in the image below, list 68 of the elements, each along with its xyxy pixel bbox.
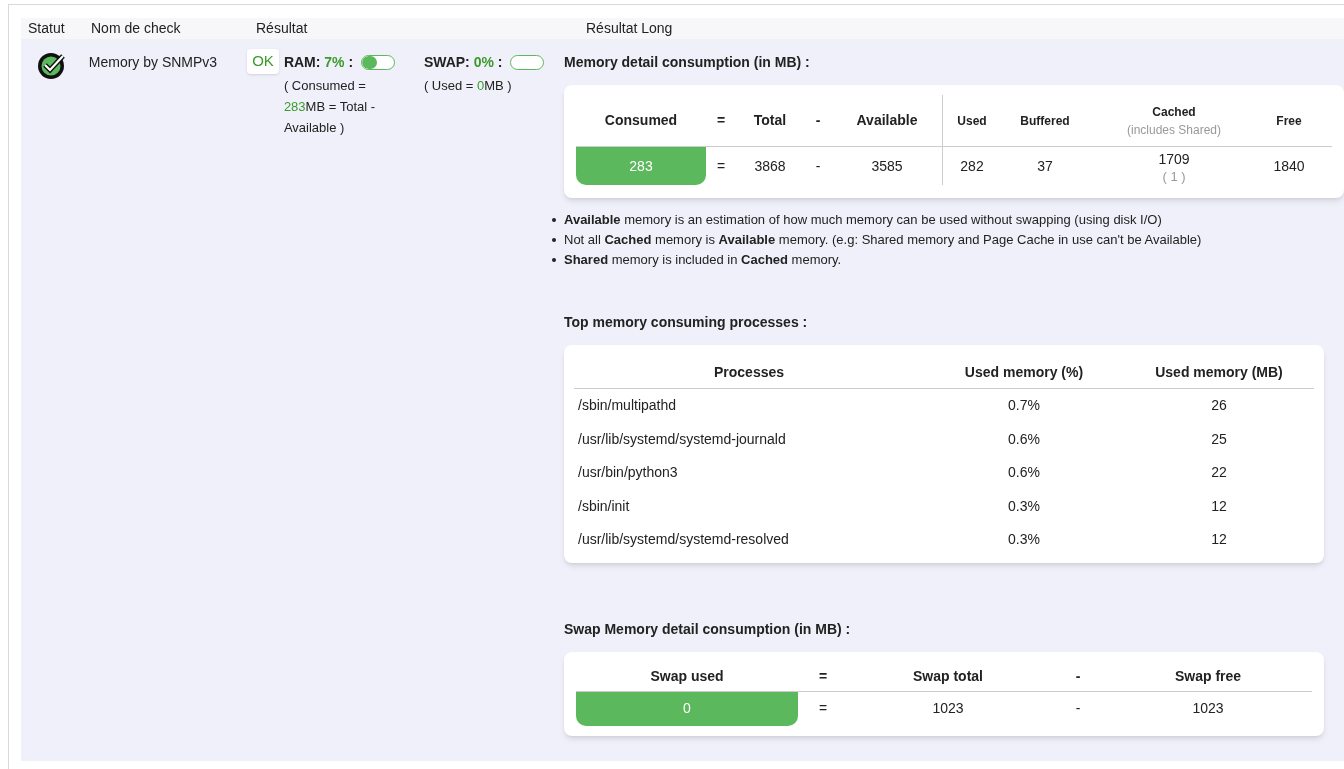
note-text: Not all Cached memory is Available memory. (e.g: Shared memory and Page Cache in use can't be Available) (564, 231, 1202, 249)
section-title: Memory detail consumption (in MB) : (564, 53, 811, 72)
table-cell-text: 3868 (754, 156, 786, 176)
meter-label: RAM: 7% : (283, 53, 354, 72)
column-header: Used memory (MB) (1155, 364, 1283, 380)
table-cell-text: 1023 (932, 699, 964, 718)
table-cell: /usr/bin/python3 (578, 464, 678, 481)
table-cell: /sbin/init (578, 497, 630, 514)
table-cell: 26 (1211, 397, 1227, 414)
table-cell-text: 3585 (871, 156, 903, 176)
usage-bar (361, 55, 396, 70)
column-header: - (1075, 666, 1081, 686)
column-header: Swap used (650, 666, 724, 686)
consumed-value: 283 (576, 147, 706, 185)
column-header: Swap free (1174, 666, 1242, 686)
column-header: Buffered (1020, 112, 1070, 130)
section-title: Top memory consuming processes : (564, 313, 809, 332)
table-cell: 0.6% (1008, 464, 1040, 481)
table-cell: 0.3% (1008, 531, 1040, 548)
table-cell-text: 37 (1037, 156, 1053, 176)
table-cell: 0.3% (1008, 497, 1040, 514)
column-header: Used memory (%) (964, 364, 1084, 380)
table-cell-text: 1709 (1158, 149, 1190, 169)
column-header: Total (753, 111, 787, 130)
column-header: Used (957, 112, 987, 130)
bullet-icon (552, 218, 556, 222)
table-cell: /sbin/multipathd (578, 397, 677, 414)
check-name: Memory by SNMPv3 (88, 54, 218, 70)
status-badge: OK (247, 49, 279, 74)
column-header: Free (1276, 112, 1302, 130)
table-cell: /usr/lib/systemd/systemd-journald (578, 430, 786, 447)
table-cell: 25 (1211, 430, 1227, 447)
table-cell-text: - (1075, 699, 1081, 718)
column-header: Swap total (913, 666, 983, 686)
column-header: - (815, 111, 821, 130)
table-cell: 12 (1211, 531, 1227, 548)
column-header: = (818, 666, 828, 686)
table-cell-text: 1840 (1273, 156, 1305, 176)
note-text: Shared memory is included in Cached memory. (564, 251, 842, 269)
column-header: Available (856, 111, 918, 130)
column-header: Cached (1152, 103, 1196, 121)
table-cell: /usr/lib/systemd/systemd-resolved (578, 531, 789, 548)
table-cell-text: = (818, 699, 828, 718)
column-header[interactable]: Statut (28, 20, 65, 36)
table-cell-text: 282 (960, 156, 984, 176)
table-cell: 0.6% (1008, 430, 1040, 447)
bullet-icon (552, 238, 556, 242)
note-text: Available memory is an estimation of how much memory can be used without swapping (using disk I/O) (564, 211, 1162, 229)
table-cell: 0.7% (1008, 397, 1040, 414)
table-cell-text: 1023 (1192, 699, 1224, 718)
section-title: Swap Memory detail consumption (in MB) : (564, 619, 852, 639)
swap-used-value: 0 (576, 691, 798, 726)
usage-detail: ( Used = 0MB ) (423, 77, 513, 95)
column-header[interactable]: Nom de check (91, 20, 181, 36)
column-header: Consumed (604, 111, 678, 130)
table-cell: 12 (1211, 497, 1227, 514)
column-subheader: (includes Shared) (1126, 121, 1222, 139)
bullet-icon (552, 258, 556, 262)
column-header[interactable]: Résultat (256, 20, 308, 36)
table-cell-text: - (815, 156, 821, 176)
usage-detail: ( Consumed = 283MB = Total - Available ) (283, 77, 377, 137)
column-header: Processes (713, 364, 785, 380)
column-header[interactable]: Résultat Long (586, 20, 673, 36)
table-cell: ( 1 ) (1162, 169, 1186, 184)
table-cell: 22 (1211, 464, 1227, 481)
table-cell-text: = (716, 156, 726, 176)
column-header: = (716, 111, 726, 130)
meter-label: SWAP: 0% : (423, 53, 503, 72)
